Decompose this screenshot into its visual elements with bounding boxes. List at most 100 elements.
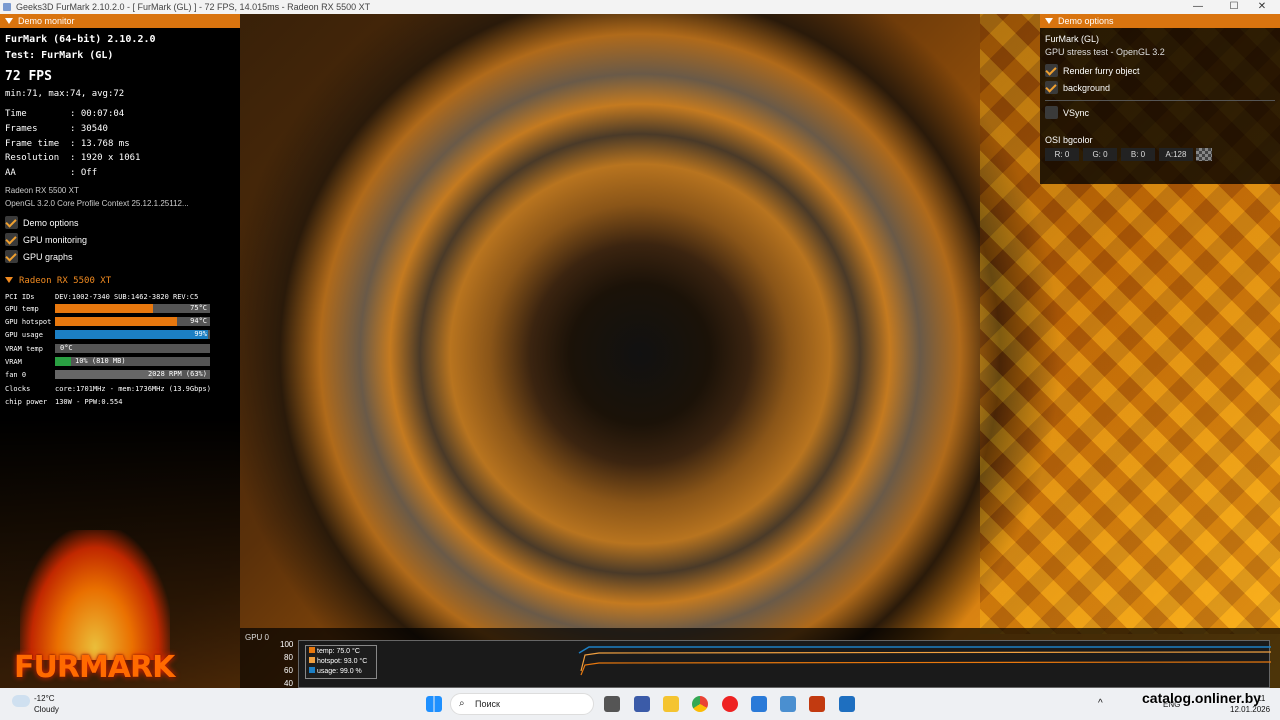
clock-date[interactable]: 12.01.2026 bbox=[1230, 705, 1270, 714]
gpu-temp-label: GPU temp bbox=[5, 305, 39, 313]
fps-value: 72 FPS bbox=[5, 69, 52, 84]
options-divider bbox=[1045, 100, 1275, 101]
yandex-browser-icon[interactable] bbox=[722, 696, 738, 712]
gpu-graphs-checkbox[interactable] bbox=[5, 250, 18, 263]
demo-options-panel: Demo options FurMark (GL) GPU stress tes… bbox=[1040, 14, 1280, 184]
gpu-temp-value: 75°C bbox=[190, 304, 207, 312]
stat-frame-time: Frame time : 13.768 ms bbox=[5, 139, 130, 149]
vsync-label: VSync bbox=[1063, 108, 1090, 118]
stat-resolution: Resolution : 1920 x 1061 bbox=[5, 153, 141, 163]
graph-lines bbox=[578, 646, 1272, 676]
gpu-graphs-label: GPU graphs bbox=[23, 252, 73, 262]
gpu-usage-bar: 99% bbox=[55, 330, 210, 339]
demo-monitor-title: Demo monitor bbox=[18, 16, 75, 26]
render-furry-label: Render furry object bbox=[1063, 66, 1140, 76]
stat-time: Time : 00:07:04 bbox=[5, 109, 125, 119]
osi-bgcolor-label: OSI bgcolor bbox=[1045, 135, 1093, 145]
vram-bar: 10% (810 MB) bbox=[55, 357, 210, 366]
fan-value: 2028 RPM (63%) bbox=[147, 370, 207, 378]
close-button[interactable]: ✕ bbox=[1244, 0, 1280, 14]
window-app-icon[interactable] bbox=[839, 696, 855, 712]
demo-options-title: Demo options bbox=[1058, 16, 1114, 26]
power-value: 130W - PPW:0.554 bbox=[55, 398, 123, 406]
alpha-channel-field[interactable]: A:128 bbox=[1159, 148, 1193, 161]
stat-frames: Frames : 30540 bbox=[5, 124, 108, 134]
gpu-usage-label: GPU usage bbox=[5, 331, 43, 339]
gpu-temp-bar: 75°C bbox=[55, 304, 210, 313]
green-channel-field[interactable]: G: 0 bbox=[1083, 148, 1117, 161]
power-label: chip power bbox=[5, 398, 48, 406]
fan-label: fan 0 bbox=[5, 371, 27, 379]
stat-aa: AA : Off bbox=[5, 168, 98, 178]
demo-monitor-header[interactable]: Demo monitor bbox=[0, 14, 240, 28]
start-icon[interactable] bbox=[426, 696, 442, 712]
pci-value: DEV:1002-7340 SUB:1462-3820 REV:C5 bbox=[55, 293, 199, 301]
furmark-flame-logo bbox=[20, 530, 170, 660]
vram-temp-value: 0°C bbox=[60, 344, 73, 352]
demo-options-header[interactable]: Demo options bbox=[1040, 14, 1280, 28]
hotspot-line bbox=[580, 651, 1272, 672]
blue-channel-field[interactable]: B: 0 bbox=[1121, 148, 1155, 161]
site-watermark: catalog.onliner.by bbox=[1142, 690, 1262, 706]
collapse-triangle-icon bbox=[1045, 18, 1053, 24]
tray-chevron-icon[interactable]: ^ bbox=[1098, 698, 1103, 709]
gl-info: OpenGL 3.2.0 Core Profile Context 25.12.… bbox=[5, 199, 189, 208]
gpu-hotspot-value: 94°C bbox=[190, 317, 207, 325]
gpu-monitor-header[interactable]: Radeon RX 5500 XT bbox=[5, 276, 111, 286]
color-preview-swatch[interactable] bbox=[1196, 148, 1212, 161]
search-box[interactable]: ⌕ Поиск bbox=[450, 693, 594, 715]
search-placeholder: Поиск bbox=[475, 699, 500, 709]
vram-label: VRAM bbox=[5, 358, 22, 366]
search-icon: ⌕ bbox=[459, 698, 465, 709]
gpu-monitoring-checkbox[interactable] bbox=[5, 233, 18, 246]
demo-options-label: Demo options bbox=[23, 218, 79, 228]
furmark-taskbar-icon[interactable] bbox=[809, 696, 825, 712]
graph-legend: temp: 75.0 °C hotspot: 93.0 °C usage: 99… bbox=[305, 645, 377, 679]
window-titlebar: Geeks3D FurMark 2.10.2.0 - [ FurMark (GL… bbox=[0, 0, 1280, 14]
hotspot-swatch bbox=[309, 657, 315, 663]
windows-taskbar: -12°C Cloudy ⌕ Поиск ^ ENG 11 12.01.2026 bbox=[0, 688, 1280, 720]
legend-hotspot: hotspot: 93.0 °C bbox=[309, 657, 373, 667]
clocks-label: Clocks bbox=[5, 385, 31, 393]
temp-swatch bbox=[309, 647, 315, 653]
pci-label: PCI IDs bbox=[5, 293, 35, 301]
task-view-icon[interactable] bbox=[604, 696, 620, 712]
render-furry-checkbox[interactable] bbox=[1045, 64, 1058, 77]
minimize-button[interactable]: — bbox=[1180, 0, 1216, 14]
graph-plot-area bbox=[298, 640, 1272, 688]
window-title: Geeks3D FurMark 2.10.2.0 - [ FurMark (GL… bbox=[16, 2, 371, 12]
legend-temp: temp: 75.0 °C bbox=[309, 647, 373, 657]
temp-line bbox=[580, 661, 1272, 676]
gpu-usage-value: 99% bbox=[194, 330, 207, 338]
options-test-title: FurMark (GL) bbox=[1045, 34, 1099, 44]
graph-title: GPU 0 bbox=[245, 633, 270, 642]
furmark-logo-text: FURMARK bbox=[14, 650, 175, 685]
weather-temp: -12°C bbox=[34, 694, 55, 703]
y-tick-60: 60 bbox=[284, 666, 293, 675]
fps-stats: min:71, max:74, avg:72 bbox=[5, 89, 125, 99]
background-checkbox[interactable] bbox=[1045, 81, 1058, 94]
file-explorer-icon[interactable] bbox=[663, 696, 679, 712]
collapse-triangle-icon bbox=[5, 18, 13, 24]
chrome-icon[interactable] bbox=[692, 696, 708, 712]
demo-options-checkbox[interactable] bbox=[5, 216, 18, 229]
clocks-value: core:1701MHz - mem:1736MHz (13.9Gbps) bbox=[55, 385, 211, 393]
app-version: FurMark (64-bit) 2.10.2.0 bbox=[5, 34, 156, 45]
legend-usage: usage: 99.0 % bbox=[309, 667, 373, 677]
y-tick-100: 100 bbox=[280, 640, 294, 649]
gpu-graph-panel: GPU 0 100 80 60 40 temp: 75.0 °C hotspot… bbox=[240, 628, 1280, 688]
vsync-checkbox[interactable] bbox=[1045, 106, 1058, 119]
legend-temp-label: temp: 75.0 °C bbox=[317, 648, 360, 655]
legend-hotspot-label: hotspot: 93.0 °C bbox=[317, 658, 368, 665]
store-icon[interactable] bbox=[751, 696, 767, 712]
vram-temp-bar: 0°C bbox=[55, 344, 210, 353]
weather-icon[interactable] bbox=[12, 695, 30, 707]
vram-temp-label: VRAM temp bbox=[5, 345, 43, 353]
photos-icon[interactable] bbox=[780, 696, 796, 712]
red-channel-field[interactable]: R: 0 bbox=[1045, 148, 1079, 161]
save-app-icon[interactable] bbox=[634, 696, 650, 712]
test-name: Test: FurMark (GL) bbox=[5, 50, 114, 61]
collapse-triangle-icon bbox=[5, 277, 13, 283]
usage-swatch bbox=[309, 667, 315, 673]
gpu-name: Radeon RX 5500 XT bbox=[5, 186, 79, 195]
